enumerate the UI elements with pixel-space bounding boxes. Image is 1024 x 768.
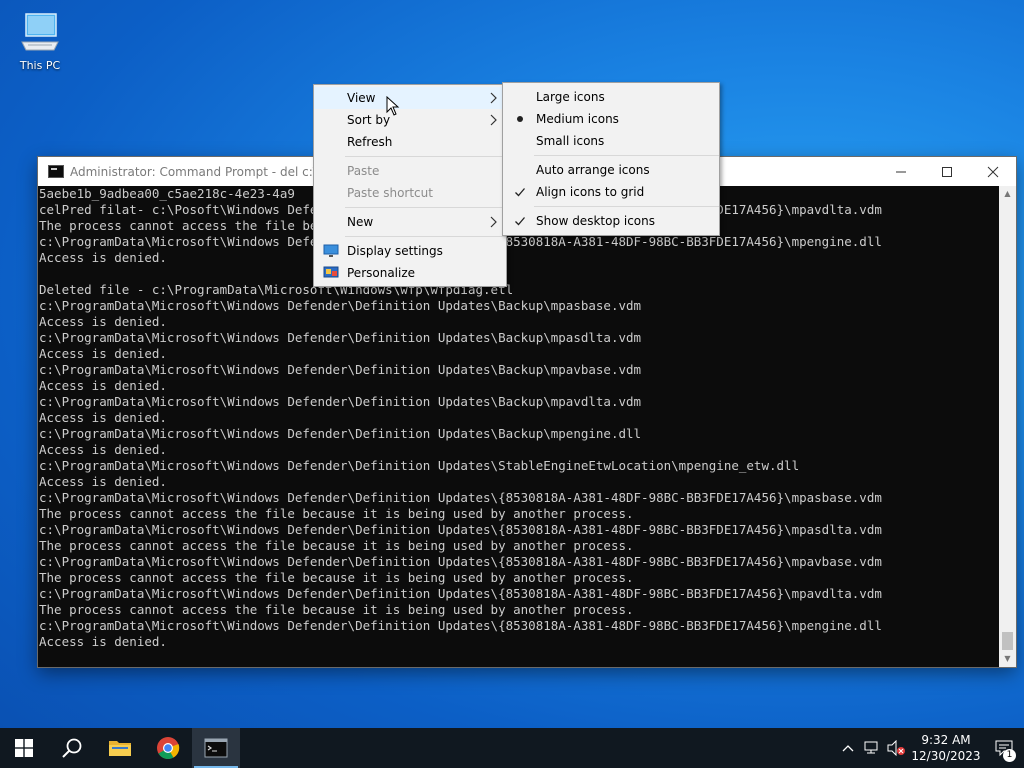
menu-item-small-icons[interactable]: Small icons — [503, 130, 719, 152]
menu-item-label: Paste — [347, 164, 380, 178]
personalize-icon — [322, 265, 340, 281]
system-tray: 9:32 AM 12/30/2023 1 — [836, 728, 1024, 768]
display-settings-icon — [322, 243, 340, 259]
menu-item-label: Refresh — [347, 135, 393, 149]
chevron-right-icon — [490, 92, 497, 104]
menu-item-refresh[interactable]: Refresh — [314, 131, 506, 153]
search-button[interactable] — [48, 728, 96, 768]
desktop-icon-this-pc[interactable]: This PC — [10, 8, 70, 72]
cmd-icon — [204, 738, 228, 758]
file-explorer-button[interactable] — [96, 728, 144, 768]
menu-item-label: Personalize — [347, 266, 416, 280]
cmd-icon — [48, 165, 64, 178]
notification-badge: 1 — [1003, 749, 1016, 762]
search-icon — [62, 738, 82, 758]
scroll-down-icon[interactable]: ▼ — [999, 651, 1016, 667]
chevron-right-icon — [490, 114, 497, 126]
cmd-taskbar-button[interactable] — [192, 728, 240, 768]
close-icon — [987, 166, 999, 177]
menu-item-medium-icons[interactable]: Medium icons — [503, 108, 719, 130]
menu-item-label: Show desktop icons — [536, 214, 656, 228]
menu-separator — [345, 236, 506, 237]
menu-item-personalize[interactable]: Personalize — [314, 262, 506, 284]
menu-item-label: Paste shortcut — [347, 186, 433, 200]
cmd-output-text: 5aebe1b_9adbea00_c5ae218c-4e23-4a9 celPr… — [39, 186, 882, 649]
volume-tray-button[interactable] — [884, 728, 908, 768]
menu-item-large-icons[interactable]: Large icons — [503, 86, 719, 108]
action-center-button[interactable]: 1 — [984, 728, 1024, 768]
menu-separator — [345, 207, 506, 208]
chrome-icon — [157, 737, 180, 759]
network-tray-button[interactable] — [860, 728, 884, 768]
menu-item-paste[interactable]: Paste — [314, 160, 506, 182]
mouse-cursor-icon — [386, 96, 400, 116]
clock-date: 12/30/2023 — [911, 749, 981, 763]
cmd-window-title: Administrator: Command Prompt - del c:\ … — [70, 164, 337, 179]
close-button[interactable] — [970, 157, 1016, 186]
menu-separator — [345, 156, 506, 157]
volume-muted-icon — [887, 740, 905, 756]
network-icon — [864, 741, 878, 754]
menu-item-label: View — [347, 91, 376, 105]
menu-item-align-icons-to-grid[interactable]: Align icons to grid — [503, 181, 719, 203]
cmd-scrollbar[interactable]: ▲ ▼ — [999, 186, 1016, 667]
desktop-icon-label: This PC — [19, 59, 61, 72]
menu-item-display-settings[interactable]: Display settings — [314, 240, 506, 262]
taskbar: 9:32 AM 12/30/2023 1 — [0, 728, 1024, 768]
menu-item-label: Align icons to grid — [536, 185, 645, 199]
desktop-context-menu: View Sort by Refresh Paste Paste shortcu… — [313, 84, 507, 287]
windows-logo-icon — [15, 739, 33, 757]
chevron-up-icon — [842, 745, 854, 752]
maximize-button[interactable] — [924, 157, 970, 186]
this-pc-icon — [21, 13, 59, 51]
minimize-icon — [896, 171, 906, 172]
start-button[interactable] — [0, 728, 48, 768]
view-submenu: Large icons Medium icons Small icons Aut… — [502, 82, 720, 236]
menu-item-label: Sort by — [347, 113, 391, 127]
scroll-up-icon[interactable]: ▲ — [999, 186, 1016, 202]
chevron-right-icon — [490, 216, 497, 228]
menu-item-sort-by[interactable]: Sort by — [314, 109, 506, 131]
menu-item-show-desktop-icons[interactable]: Show desktop icons — [503, 210, 719, 232]
menu-item-label: Display settings — [347, 244, 443, 258]
maximize-icon — [942, 166, 952, 177]
menu-item-label: Large icons — [536, 90, 605, 104]
folder-icon — [109, 741, 131, 756]
menu-item-label: Auto arrange icons — [536, 163, 650, 177]
chrome-button[interactable] — [144, 728, 192, 768]
menu-item-label: New — [347, 215, 374, 229]
menu-item-auto-arrange-icons[interactable]: Auto arrange icons — [503, 159, 719, 181]
checkmark-icon — [511, 184, 529, 200]
menu-item-paste-shortcut[interactable]: Paste shortcut — [314, 182, 506, 204]
menu-item-label: Small icons — [536, 134, 605, 148]
clock-time: 9:32 AM — [921, 733, 971, 747]
bullet-icon — [511, 111, 529, 127]
menu-item-label: Medium icons — [536, 112, 619, 126]
scroll-thumb[interactable] — [1002, 632, 1013, 650]
menu-item-view[interactable]: View — [314, 87, 506, 109]
cmd-output[interactable]: 5aebe1b_9adbea00_c5ae218c-4e23-4a9 celPr… — [38, 186, 999, 667]
clock[interactable]: 9:32 AM 12/30/2023 — [908, 732, 984, 764]
menu-item-new[interactable]: New — [314, 211, 506, 233]
menu-separator — [534, 206, 719, 207]
show-hidden-icons-button[interactable] — [836, 728, 860, 768]
checkmark-icon — [511, 213, 529, 229]
menu-separator — [534, 155, 719, 156]
minimize-button[interactable] — [878, 157, 924, 186]
